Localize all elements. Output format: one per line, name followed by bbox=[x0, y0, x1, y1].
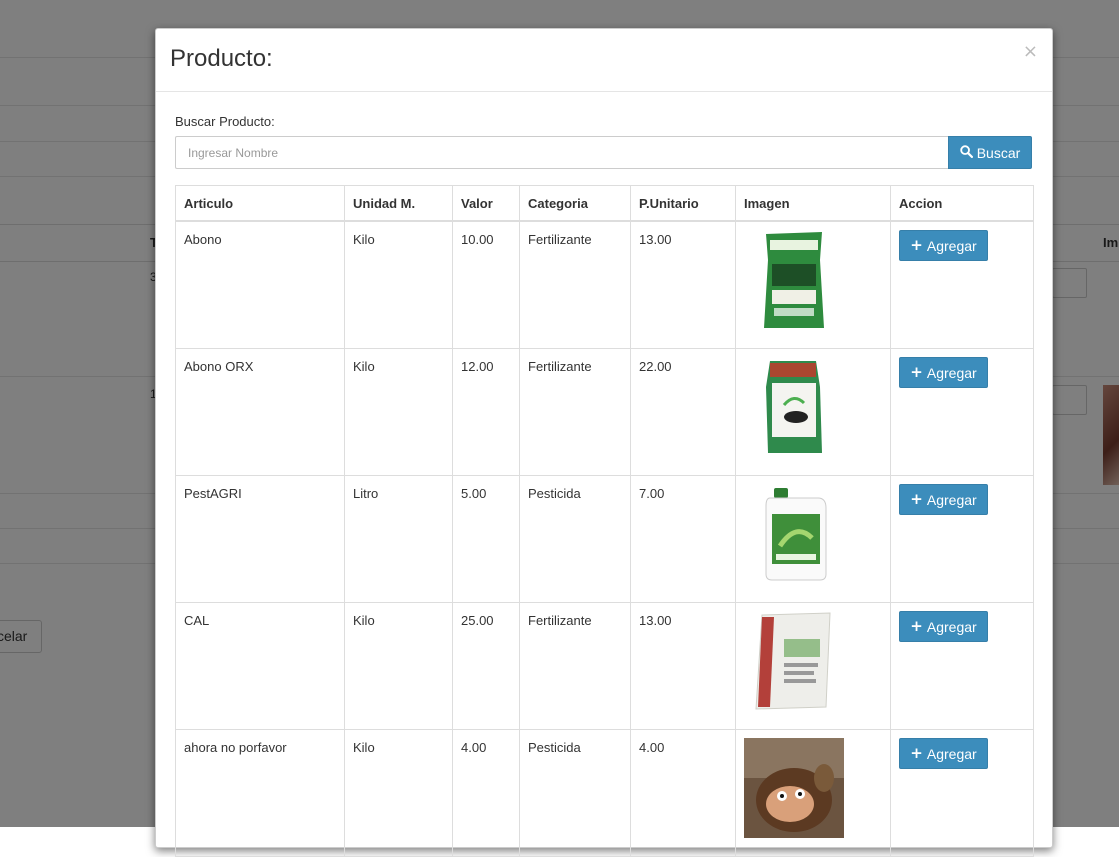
cell-precio: 7.00 bbox=[630, 475, 736, 603]
search-icon bbox=[959, 144, 973, 161]
cell-precio: 13.00 bbox=[630, 220, 736, 349]
cell-imagen bbox=[735, 602, 891, 730]
products-table: Articulo Unidad M. Valor Categoria P.Uni… bbox=[175, 185, 1034, 857]
cell-accion: + Agregar bbox=[890, 475, 1034, 603]
cell-articulo: Abono ORX bbox=[175, 348, 345, 476]
cell-valor: 25.00 bbox=[452, 602, 520, 730]
add-button-label: Agregar bbox=[926, 364, 977, 381]
cell-categoria: Pesticida bbox=[519, 729, 631, 857]
table-header-row: Articulo Unidad M. Valor Categoria P.Uni… bbox=[175, 185, 1034, 222]
modal-body: Buscar Producto: Buscar Articulo Unidad … bbox=[156, 92, 1052, 857]
close-button[interactable]: × bbox=[1023, 41, 1038, 62]
cell-imagen bbox=[735, 348, 891, 476]
column-header-articulo: Articulo bbox=[175, 185, 345, 222]
cell-accion: + Agregar bbox=[890, 729, 1034, 857]
cell-unidad: Kilo bbox=[344, 729, 453, 857]
cell-valor: 10.00 bbox=[452, 220, 520, 349]
product-modal: Producto: × Buscar Producto: Buscar Arti… bbox=[155, 28, 1053, 857]
product-image-cal-sack bbox=[755, 612, 831, 710]
column-header-categoria: Categoria bbox=[519, 185, 631, 222]
search-button-label: Buscar bbox=[976, 144, 1021, 161]
product-image-plush-toy bbox=[744, 738, 844, 838]
cell-unidad: Kilo bbox=[344, 602, 453, 730]
table-row: ahora no porfavor Kilo 4.00 Pesticida 4.… bbox=[175, 729, 1034, 857]
cell-imagen bbox=[735, 729, 891, 857]
add-button[interactable]: + Agregar bbox=[899, 738, 988, 769]
search-label: Buscar Producto: bbox=[175, 114, 275, 129]
cell-unidad: Litro bbox=[344, 475, 453, 603]
column-header-accion: Accion bbox=[890, 185, 1034, 222]
column-header-unidad: Unidad M. bbox=[344, 185, 453, 222]
cell-categoria: Fertilizante bbox=[519, 220, 631, 349]
cell-valor: 5.00 bbox=[452, 475, 520, 603]
cell-accion: + Agregar bbox=[890, 220, 1034, 349]
cell-articulo: Abono bbox=[175, 220, 345, 349]
plus-icon: + bbox=[910, 617, 923, 635]
cell-accion: + Agregar bbox=[890, 602, 1034, 730]
add-button-label: Agregar bbox=[926, 618, 977, 635]
cell-categoria: Pesticida bbox=[519, 475, 631, 603]
cell-articulo: CAL bbox=[175, 602, 345, 730]
product-image-pesticide-jug bbox=[765, 488, 827, 581]
add-button-label: Agregar bbox=[926, 237, 977, 254]
add-button[interactable]: + Agregar bbox=[899, 357, 988, 388]
cell-categoria: Fertilizante bbox=[519, 348, 631, 476]
plus-icon: + bbox=[910, 490, 923, 508]
cell-categoria: Fertilizante bbox=[519, 602, 631, 730]
table-row: Abono ORX Kilo 12.00 Fertilizante 22.00 bbox=[175, 348, 1034, 476]
cell-articulo: PestAGRI bbox=[175, 475, 345, 603]
plus-icon: + bbox=[910, 236, 923, 254]
search-button[interactable]: Buscar bbox=[948, 136, 1032, 169]
cell-unidad: Kilo bbox=[344, 348, 453, 476]
cell-precio: 22.00 bbox=[630, 348, 736, 476]
table-row: CAL Kilo 25.00 Fertilizante 13.00 + Agre… bbox=[175, 602, 1034, 730]
cell-valor: 12.00 bbox=[452, 348, 520, 476]
add-button-label: Agregar bbox=[926, 491, 977, 508]
plus-icon: + bbox=[910, 744, 923, 762]
cell-articulo: ahora no porfavor bbox=[175, 729, 345, 857]
cell-valor: 4.00 bbox=[452, 729, 520, 857]
cell-imagen bbox=[735, 475, 891, 603]
product-image-fertilizer-bag bbox=[764, 232, 824, 328]
modal-title: Producto: bbox=[170, 45, 273, 72]
table-row: PestAGRI Litro 5.00 Pesticida 7.00 + Agr… bbox=[175, 475, 1034, 603]
cell-precio: 4.00 bbox=[630, 729, 736, 857]
column-header-imagen: Imagen bbox=[735, 185, 891, 222]
search-input[interactable] bbox=[175, 136, 948, 169]
cell-accion: + Agregar bbox=[890, 348, 1034, 476]
add-button[interactable]: + Agregar bbox=[899, 484, 988, 515]
cell-unidad: Kilo bbox=[344, 220, 453, 349]
product-image-fast-start-bag bbox=[766, 361, 822, 453]
plus-icon: + bbox=[910, 363, 923, 381]
modal-header: Producto: × bbox=[156, 29, 1052, 92]
add-button[interactable]: + Agregar bbox=[899, 230, 988, 261]
table-row: Abono Kilo 10.00 Fertilizante 13.00 + Ag… bbox=[175, 220, 1034, 349]
add-button[interactable]: + Agregar bbox=[899, 611, 988, 642]
cell-imagen bbox=[735, 220, 891, 349]
search-row: Buscar bbox=[175, 136, 1032, 169]
column-header-valor: Valor bbox=[452, 185, 520, 222]
cell-precio: 13.00 bbox=[630, 602, 736, 730]
column-header-precio: P.Unitario bbox=[630, 185, 736, 222]
add-button-label: Agregar bbox=[926, 745, 977, 762]
